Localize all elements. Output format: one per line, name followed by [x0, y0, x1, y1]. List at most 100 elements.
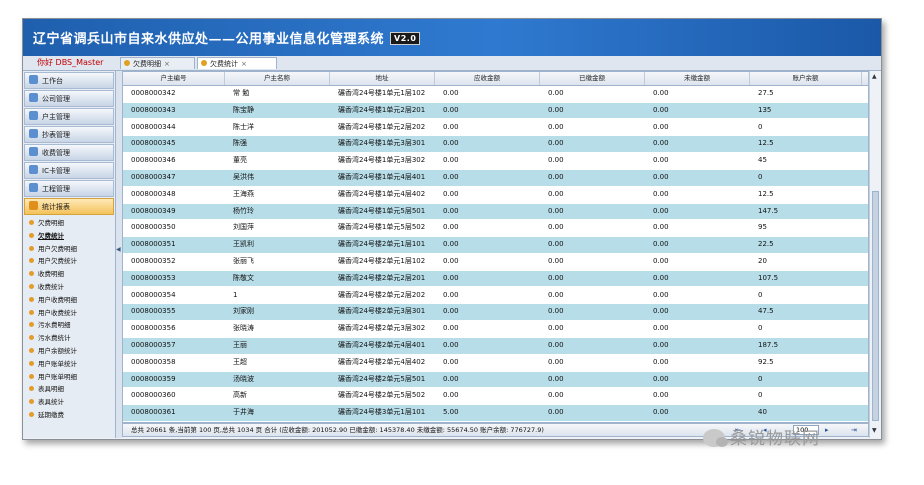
table-cell: 0.00 [548, 324, 564, 333]
close-icon[interactable]: × [164, 58, 170, 70]
table-row[interactable]: 0008000359 汤晓波 碾香湾24号楼2单元5层501 0.00 0.00 0.00… [123, 371, 868, 388]
sidebar-item[interactable]: 用户欠费统计 [23, 255, 115, 268]
table-cell: 0.00 [548, 240, 564, 249]
last-page-icon[interactable]: ⇥ [851, 424, 857, 436]
sidebar-section[interactable]: 统计报表 [24, 198, 114, 215]
sidebar-item-label: 收费统计 [38, 282, 64, 291]
sidebar-item[interactable]: 表具明细 [23, 383, 115, 396]
collapse-arrow-icon[interactable]: ◀ [116, 246, 121, 253]
sidebar-item[interactable]: 欠费统计 [23, 230, 115, 243]
table-row[interactable]: 0008000347 吴洪伟 碾香湾24号楼1单元4层401 0.00 0.00 0.00… [123, 170, 868, 186]
table-row[interactable]: 0008000342 常 勉 碾香湾24号楼1单元1层102 0.00 0.00 0.00… [123, 86, 868, 102]
tab-arrears-stats[interactable]: 欠费统计 × [197, 57, 277, 69]
table-row[interactable]: 0008000356 张晓涛 碾香湾24号楼2单元3层302 0.00 0.00 0.00… [123, 321, 868, 337]
item-bullet-icon [29, 296, 34, 302]
table-cell: 0008000345 [131, 139, 176, 148]
sidebar-item[interactable]: 污水费统计 [23, 332, 115, 345]
table-cell: 107.5 [758, 273, 779, 282]
table-row[interactable]: 0008000346 董亮 碾香湾24号楼1单元3层302 0.00 0.00 0.00 4… [123, 153, 868, 169]
table-row[interactable]: 0008000345 陈强 碾香湾24号楼1单元3层301 0.00 0.00 0.00 1… [123, 136, 868, 153]
table-cell: 0008000351 [131, 240, 176, 249]
table-row[interactable]: 0008000358 王超 碾香湾24号楼2单元4层402 0.00 0.00 0.00 9… [123, 355, 868, 371]
table-cell: 0.00 [653, 240, 669, 249]
table-cell: 0.00 [653, 391, 669, 400]
sidebar-item[interactable]: 用户账单统计 [23, 358, 115, 371]
app-window: 辽宁省调兵山市自来水供应处——公用事业信息化管理系统 V2.0 你好 DBS_Ma… [22, 18, 882, 440]
column-header[interactable]: 户主名称 [225, 72, 330, 85]
table-row[interactable]: 0008000354 1 碾香湾24号楼2单元2层202 0.00 0.00 0.00 0 [123, 288, 868, 304]
table-cell: 40 [758, 408, 767, 417]
table-row[interactable]: 0008000357 王丽 碾香湾24号楼2单元4层401 0.00 0.00 0.00 1… [123, 338, 868, 354]
vertical-scrollbar[interactable]: ▲ ▼ [869, 71, 881, 438]
scroll-thumb[interactable] [872, 191, 879, 421]
table-row[interactable]: 0008000361 于井海 碾香湾24号楼3单元1层101 5.00 0.00 0.00… [123, 405, 868, 421]
table-row[interactable]: 0008000350 刘国萍 碾香湾24号楼1单元5层502 0.00 0.00 0.00… [123, 220, 868, 236]
table-row[interactable]: 0008000343 陈宝静 碾香湾24号楼1单元2层201 0.00 0.00 0.00… [123, 102, 868, 119]
table-row[interactable]: 0008000351 王凯利 碾香湾24号楼2单元1层101 0.00 0.00 0.00… [123, 237, 868, 253]
table-cell: 0.00 [653, 257, 669, 265]
sidebar-section[interactable]: 抄表管理 [24, 126, 114, 143]
column-header[interactable]: 应收金额 [435, 72, 540, 85]
table-cell: 0.00 [653, 223, 669, 232]
column-header[interactable]: 户主编号 [123, 72, 225, 85]
table-cell: 0.00 [443, 257, 459, 265]
table-cell: 碾香湾24号楼1单元2层202 [338, 122, 426, 131]
column-header[interactable]: 地址 [330, 72, 435, 85]
table-cell: 张晓涛 [233, 324, 254, 333]
column-header[interactable]: 未缴金额 [645, 72, 750, 85]
table-row[interactable]: 0008000360 高新 碾香湾24号楼2单元5层502 0.00 0.00 0.00 0 [123, 388, 868, 404]
sidebar-item[interactable]: 表具统计 [23, 396, 115, 409]
table-cell: 碾香湾24号楼2单元5层502 [338, 391, 426, 400]
sidebar-item[interactable]: 用户收费统计 [23, 307, 115, 320]
sidebar-section[interactable]: 工作台 [24, 72, 114, 89]
sidebar-item[interactable]: 收费统计 [23, 281, 115, 294]
table-cell: 147.5 [758, 206, 779, 215]
table-cell: 0 [758, 391, 763, 400]
sidebar-item[interactable]: 收费明细 [23, 268, 115, 281]
sidebar-section[interactable]: 户主管理 [24, 108, 114, 125]
tab-bar: 你好 DBS_Master 欠费明细 × 欠费统计 × [23, 56, 881, 71]
column-header[interactable]: 账户余额 [750, 72, 862, 85]
sidebar-section[interactable]: 公司管理 [24, 90, 114, 107]
table-row[interactable]: 0008000348 王海燕 碾香湾24号楼1单元4层402 0.00 0.00 0.00… [123, 187, 868, 203]
sidebar-item-label: 用户欠费明细 [38, 244, 77, 253]
sidebar-item[interactable]: 用户欠费明细 [23, 243, 115, 256]
sidebar-item[interactable]: 延期缴费 [23, 409, 115, 422]
sidebar-section[interactable]: IC卡管理 [24, 162, 114, 179]
table-row[interactable]: 0008000353 陈敬文 碾香湾24号楼2单元2层201 0.00 0.00 0.00… [123, 270, 868, 287]
table-cell: 0008000357 [131, 341, 176, 349]
item-bullet-icon [29, 373, 34, 379]
scroll-up-icon[interactable]: ▲ [872, 73, 877, 80]
sidebar-section[interactable]: 工程管理 [24, 180, 114, 197]
next-page-icon[interactable]: ▸ [825, 424, 829, 436]
sidebar: 工作台公司管理户主管理 抄表管理 收费管理 IC卡管理 工程管理 统计报表欠费明细 欠费统计… [23, 71, 116, 438]
section-icon [29, 75, 38, 84]
table-cell: 0.00 [653, 273, 669, 282]
sidebar-item[interactable]: 用户收费明细 [23, 294, 115, 307]
sidebar-item[interactable]: 污水费明细 [23, 319, 115, 332]
table-cell: 0.00 [443, 290, 459, 299]
table-row[interactable]: 0008000344 陈士洋 碾香湾24号楼1单元2层202 0.00 0.00 0.00… [123, 120, 868, 136]
scroll-down-icon[interactable]: ▼ [872, 427, 877, 434]
table-row[interactable]: 0008000349 杨竹玲 碾香湾24号楼1单元5层501 0.00 0.00 0.00… [123, 203, 868, 220]
table-cell: 张丽飞 [233, 257, 254, 265]
sidebar-item[interactable]: 用户账单明细 [23, 371, 115, 384]
sidebar-item[interactable]: 欠费明细 [23, 217, 115, 230]
table-row[interactable]: 0008000355 刘家刚 碾香湾24号楼2单元3层301 0.00 0.00 0.00… [123, 304, 868, 321]
close-icon[interactable]: × [241, 58, 247, 70]
table-cell: 0.00 [548, 189, 564, 198]
table-cell: 47.5 [758, 307, 774, 316]
sidebar-item[interactable]: 用户余额统计 [23, 345, 115, 358]
table-cell: 0008000352 [131, 257, 176, 265]
sidebar-item-label: 延期缴费 [38, 410, 64, 419]
column-header[interactable]: 已缴金额 [540, 72, 645, 85]
section-icon [29, 93, 38, 102]
item-bullet-icon [29, 258, 34, 264]
table-cell: 135 [758, 105, 772, 114]
sidebar-item-label: 用户余额统计 [38, 346, 77, 355]
sidebar-section-label: 公司管理 [42, 95, 70, 103]
table-cell: 0.00 [548, 307, 564, 316]
table-row[interactable]: 0008000352 张丽飞 碾香湾24号楼2单元1层102 0.00 0.00 0.00… [123, 254, 868, 270]
sidebar-section[interactable]: 收费管理 [24, 144, 114, 161]
tab-arrears-detail[interactable]: 欠费明细 × [120, 57, 195, 69]
